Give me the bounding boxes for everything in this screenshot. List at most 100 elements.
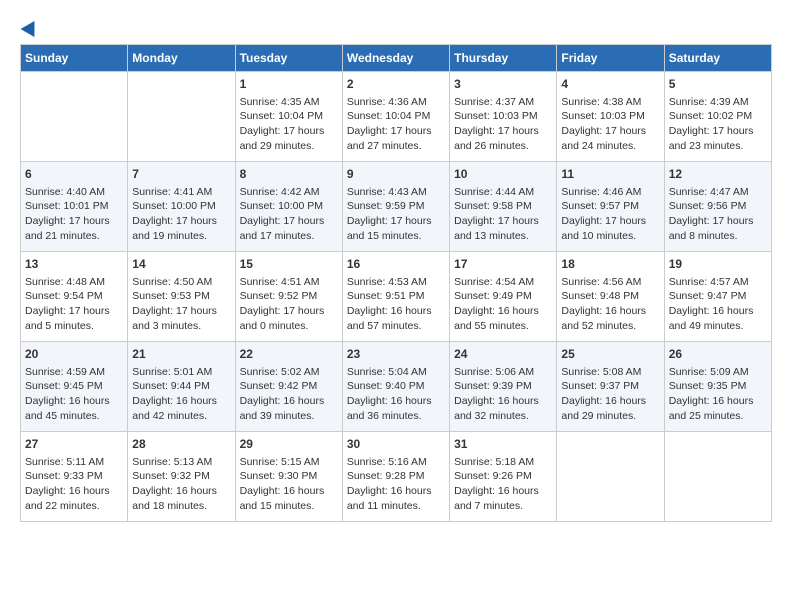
cell-info: Sunset: 10:00 PM (240, 199, 338, 214)
calendar-cell: 22 Sunrise: 5:02 AMSunset: 9:42 PMDayligh… (235, 342, 342, 432)
calendar-week-row: 6 Sunrise: 4:40 AMSunset: 10:01 PM Dayligh… (21, 162, 772, 252)
day-number: 16 (347, 256, 445, 273)
cell-info: Daylight: 16 hours and 11 minutes. (347, 484, 445, 513)
cell-info: Sunrise: 5:13 AM (132, 455, 230, 470)
calendar-cell: 7Sunrise: 4:41 AMSunset: 10:00 PMDayligh… (128, 162, 235, 252)
cell-info: Sunrise: 5:02 AM (240, 365, 338, 380)
calendar-cell: 18Sunrise: 4:56 AMSunset: 9:48 PMDayligh… (557, 252, 664, 342)
day-number: 25 (561, 346, 659, 363)
cell-info: Daylight: 16 hours and 25 minutes. (669, 394, 767, 423)
cell-info: Daylight: 16 hours and 52 minutes. (561, 304, 659, 333)
cell-info: Sunset: 9:54 PM (25, 289, 123, 304)
cell-info: Sunrise: 5:01 AM (132, 365, 230, 380)
day-number: 9 (347, 166, 445, 183)
cell-info: Sunrise: 4:59 AM (25, 365, 123, 380)
cell-info: Sunrise: 5:04 AM (347, 365, 445, 380)
day-number: 10 (454, 166, 552, 183)
cell-info: Sunrise: 4:39 AM (669, 95, 767, 110)
cell-info: Daylight: 17 hours and 24 minutes. (561, 124, 659, 153)
cell-info: Daylight: 16 hours and 57 minutes. (347, 304, 445, 333)
calendar-cell: 14Sunrise: 4:50 AMSunset: 9:53 PMDayligh… (128, 252, 235, 342)
calendar-cell: 25Sunrise: 5:08 AMSunset: 9:37 PMDayligh… (557, 342, 664, 432)
calendar-week-row: 13 Sunrise: 4:48 AMSunset: 9:54 PM Dayligh… (21, 252, 772, 342)
day-number: 24 (454, 346, 552, 363)
calendar-week-row: 20Sunrise: 4:59 AMSunset: 9:45 PMDayligh… (21, 342, 772, 432)
calendar-cell: 21Sunrise: 5:01 AMSunset: 9:44 PMDayligh… (128, 342, 235, 432)
cell-info: Sunset: 9:45 PM (25, 379, 123, 394)
day-of-week-header: Wednesday (342, 45, 449, 72)
day-number: 5 (669, 76, 767, 93)
calendar-cell: 16Sunrise: 4:53 AMSunset: 9:51 PMDayligh… (342, 252, 449, 342)
cell-info: Sunset: 9:49 PM (454, 289, 552, 304)
day-number: 3 (454, 76, 552, 93)
cell-info: Sunset: 9:26 PM (454, 469, 552, 484)
day-number: 26 (669, 346, 767, 363)
cell-info: Sunrise: 4:40 AM (25, 185, 123, 200)
cell-info: Sunrise: 4:44 AM (454, 185, 552, 200)
cell-info: Daylight: 17 hours and 17 minutes. (240, 214, 338, 243)
cell-info: Daylight: 17 hours and 27 minutes. (347, 124, 445, 153)
day-number: 12 (669, 166, 767, 183)
cell-info: Sunrise: 5:06 AM (454, 365, 552, 380)
calendar-cell: 10 Sunrise: 4:44 AMSunset: 9:58 PMDayligh… (450, 162, 557, 252)
cell-info: Sunrise: 4:54 AM (454, 275, 552, 290)
cell-info: Daylight: 17 hours and 8 minutes. (669, 214, 767, 243)
calendar-cell: 31Sunrise: 5:18 AMSunset: 9:26 PMDayligh… (450, 432, 557, 522)
day-number: 1 (240, 76, 338, 93)
calendar-cell: 27Sunrise: 5:11 AMSunset: 9:33 PMDayligh… (21, 432, 128, 522)
logo-triangle-icon (21, 17, 42, 37)
calendar-cell: 23Sunrise: 5:04 AMSunset: 9:40 PMDayligh… (342, 342, 449, 432)
cell-info: Sunset: 9:28 PM (347, 469, 445, 484)
cell-info: Daylight: 16 hours and 42 minutes. (132, 394, 230, 423)
day-of-week-header: Thursday (450, 45, 557, 72)
cell-info: Sunset: 9:42 PM (240, 379, 338, 394)
cell-info: Daylight: 17 hours and 3 minutes. (132, 304, 230, 333)
cell-info: Sunrise: 4:51 AM (240, 275, 338, 290)
cell-info: Sunset: 9:44 PM (132, 379, 230, 394)
cell-info: Sunrise: 4:48 AM (25, 275, 123, 290)
calendar-cell: 17Sunrise: 4:54 AMSunset: 9:49 PMDayligh… (450, 252, 557, 342)
day-of-week-header: Sunday (21, 45, 128, 72)
calendar-cell: 8Sunrise: 4:42 AMSunset: 10:00 PMDayligh… (235, 162, 342, 252)
cell-info: Sunset: 9:30 PM (240, 469, 338, 484)
cell-info: Daylight: 16 hours and 29 minutes. (561, 394, 659, 423)
cell-info: Sunrise: 4:46 AM (561, 185, 659, 200)
cell-info: Daylight: 16 hours and 7 minutes. (454, 484, 552, 513)
calendar-cell: 12Sunrise: 4:47 AMSunset: 9:56 PMDayligh… (664, 162, 771, 252)
calendar-week-row: 27Sunrise: 5:11 AMSunset: 9:33 PMDayligh… (21, 432, 772, 522)
day-number: 13 (25, 256, 123, 273)
cell-info: Sunrise: 4:36 AM (347, 95, 445, 110)
cell-info: Sunset: 9:58 PM (454, 199, 552, 214)
cell-info: Daylight: 17 hours and 23 minutes. (669, 124, 767, 153)
day-number: 2 (347, 76, 445, 93)
day-of-week-header: Monday (128, 45, 235, 72)
page-header (20, 20, 772, 34)
cell-info: Daylight: 16 hours and 39 minutes. (240, 394, 338, 423)
day-number: 22 (240, 346, 338, 363)
day-number: 28 (132, 436, 230, 453)
cell-info: Sunset: 10:01 PM (25, 199, 123, 214)
day-number: 14 (132, 256, 230, 273)
calendar-cell (21, 72, 128, 162)
cell-info: Sunrise: 4:37 AM (454, 95, 552, 110)
cell-info: Sunrise: 4:57 AM (669, 275, 767, 290)
cell-info: Daylight: 16 hours and 32 minutes. (454, 394, 552, 423)
cell-info: Daylight: 16 hours and 22 minutes. (25, 484, 123, 513)
cell-info: Daylight: 17 hours and 13 minutes. (454, 214, 552, 243)
cell-info: Daylight: 17 hours and 19 minutes. (132, 214, 230, 243)
day-number: 7 (132, 166, 230, 183)
cell-info: Sunset: 9:57 PM (561, 199, 659, 214)
cell-info: Sunrise: 4:35 AM (240, 95, 338, 110)
cell-info: Sunrise: 5:18 AM (454, 455, 552, 470)
calendar-cell: 29Sunrise: 5:15 AMSunset: 9:30 PMDayligh… (235, 432, 342, 522)
calendar-cell: 13Sunrise: 4:48 AMSunset: 9:54 PMDayligh… (21, 252, 128, 342)
cell-info: Sunrise: 4:47 AM (669, 185, 767, 200)
cell-info: Sunset: 10:02 PM (669, 109, 767, 124)
day-number: 27 (25, 436, 123, 453)
cell-info: Daylight: 17 hours and 26 minutes. (454, 124, 552, 153)
cell-info: Sunrise: 4:53 AM (347, 275, 445, 290)
day-number: 6 (25, 166, 123, 183)
cell-info: Daylight: 17 hours and 10 minutes. (561, 214, 659, 243)
cell-info: Daylight: 17 hours and 15 minutes. (347, 214, 445, 243)
calendar-cell: 28Sunrise: 5:13 AMSunset: 9:32 PMDayligh… (128, 432, 235, 522)
